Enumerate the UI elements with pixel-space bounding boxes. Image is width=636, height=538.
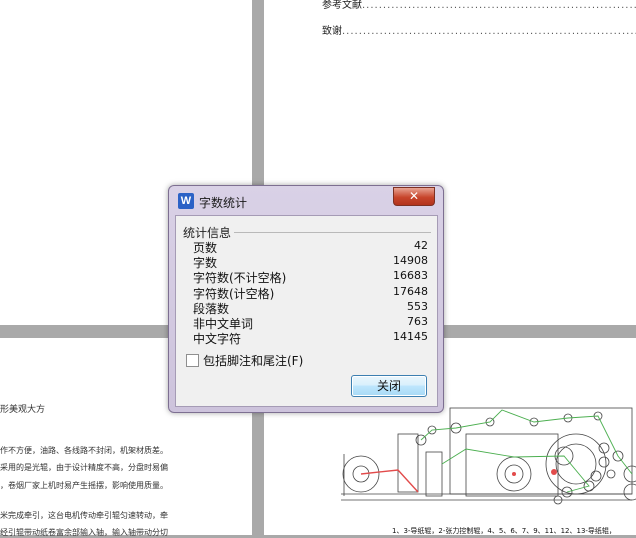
doc-text-line: 米完成牵引，这台电机传动牵引辊匀速转动，牵 [0, 511, 168, 520]
stats-list: 页数 42 字数 14908 字符数(不计空格) 16683 字符数(计空格) … [193, 239, 428, 347]
doc-text-line: 经引辊带动纸卷富余部输入轴，输入轴带动分切 [0, 528, 168, 537]
toc-entry-label: 参考文献 [322, 0, 362, 11]
include-footnotes-label[interactable]: 包括脚注和尾注(F) [203, 352, 303, 369]
doc-text-line: ，卷烟厂家上机时易产生摇摆，影响使用质量。 [0, 481, 168, 490]
stat-row-words: 字数 14908 [193, 254, 428, 270]
stat-row-chars-no-spaces: 字符数(不计空格) 16683 [193, 269, 428, 285]
stat-value: 42 [414, 239, 428, 252]
toc-entry-acknowledgements[interactable]: 致谢......................................… [322, 22, 636, 37]
stat-value: 14145 [393, 330, 428, 344]
stat-row-paragraphs: 段落数 553 [193, 299, 428, 316]
stat-value: 17648 [393, 284, 428, 298]
stat-label: 中文字符 [193, 332, 242, 347]
stat-value: 553 [407, 299, 428, 313]
word-count-dialog: W 字数统计 ✕ 统计信息 页数 42 字数 14908 字符数(不计空格) 1… [168, 185, 444, 413]
stat-row-non-chinese-words: 非中文单词 763 [193, 314, 428, 331]
include-footnotes-checkbox[interactable] [186, 354, 199, 367]
close-icon[interactable]: ✕ [393, 187, 435, 206]
toc-entry-dots: ........................................… [342, 26, 636, 37]
dialog-title: 字数统计 [199, 196, 248, 210]
doc-text-line: 作不方便，油路、各线路不封闭，机架材质差。 [0, 446, 168, 455]
wps-writer-app-icon: W [178, 193, 194, 209]
stat-value: 763 [407, 314, 428, 328]
doc-text-line: 采用的是光辊，由于设计精度不高，分盘时易偏 [0, 463, 168, 472]
machine-diagram-figure [341, 407, 636, 505]
stat-value: 16683 [393, 269, 428, 283]
stat-row-chars-with-spaces: 字符数(计空格) 17648 [193, 284, 428, 301]
stat-row-pages: 页数 42 [193, 239, 428, 255]
stat-value: 14908 [393, 254, 428, 268]
stat-row-chinese-chars: 中文字符 14145 [193, 330, 428, 347]
toc-entry-label: 致谢 [322, 26, 342, 37]
dialog-titlebar[interactable]: W 字数统计 ✕ [169, 186, 443, 216]
toc-entry-dots: ........................................… [362, 0, 636, 11]
toc-entry-references[interactable]: 参考文献....................................… [322, 0, 636, 11]
dialog-content: 统计信息 页数 42 字数 14908 字符数(不计空格) 16683 字符数(… [175, 215, 438, 407]
doc-text-line: 形美观大方 [0, 405, 46, 415]
close-button[interactable]: 关闭 [351, 375, 427, 397]
